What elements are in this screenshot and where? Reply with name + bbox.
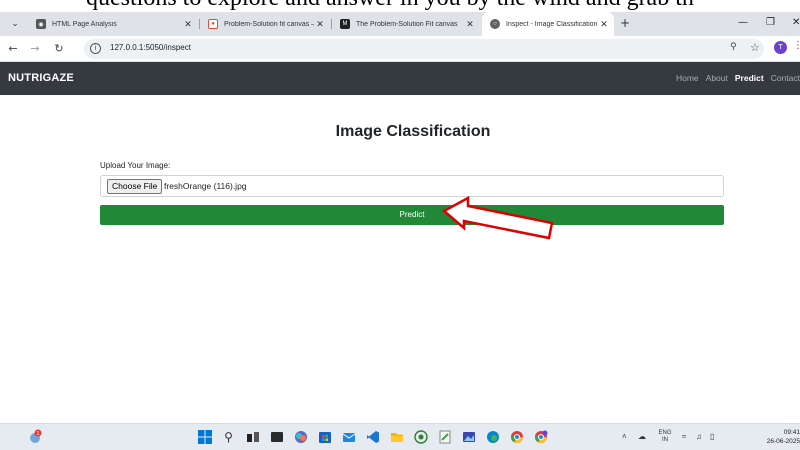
- tab-label: Inspect - Image Classification: [506, 20, 598, 28]
- photos-icon[interactable]: [461, 429, 476, 444]
- task-view-icon[interactable]: [245, 429, 260, 444]
- search-icon[interactable]: ⚲: [221, 429, 236, 444]
- tab-label: The Problem-Solution Fit canvas: [356, 20, 458, 28]
- weather-icon[interactable]: 1: [28, 429, 43, 444]
- close-icon[interactable]: ✕: [598, 19, 610, 30]
- copilot-icon[interactable]: [293, 429, 308, 444]
- omnibox[interactable]: i 127.0.0.1:5050/inspect ⚲ ☆: [84, 39, 764, 59]
- upload-label: Upload Your Image:: [100, 161, 171, 170]
- page-content: Image Classification Upload Your Image: …: [0, 95, 800, 400]
- clock[interactable]: 09:41 26-06-2025: [760, 428, 800, 446]
- terminal-icon[interactable]: [269, 429, 284, 444]
- globe-icon: ○: [490, 19, 500, 29]
- svg-text:1: 1: [36, 431, 39, 437]
- menu-kebab-icon[interactable]: ⋮: [793, 40, 800, 51]
- clock-time: 09:41: [783, 429, 800, 436]
- site-navbar: NUTRIGAZE Home About Predict Contact: [0, 62, 800, 95]
- tab-label: HTML Page Analysis: [52, 20, 117, 28]
- medium-icon: M: [340, 19, 350, 29]
- tab-problem-solution-fit[interactable]: ● Problem-Solution fit canvas — ✕: [200, 12, 330, 36]
- close-icon[interactable]: ✕: [314, 19, 326, 30]
- tab-problem-solution-canvas[interactable]: M The Problem-Solution Fit canvas ✕: [332, 12, 480, 36]
- language-code: ENG: [658, 430, 672, 436]
- mail-icon[interactable]: [341, 429, 356, 444]
- clock-date: 26-06-2025: [766, 438, 800, 445]
- predict-button[interactable]: Predict: [100, 205, 724, 225]
- address-bar-row: ← → ↻ i 127.0.0.1:5050/inspect ⚲ ☆ T ⋮: [0, 36, 800, 62]
- tab-label: Problem-Solution fit canvas —: [224, 20, 314, 28]
- file-explorer-icon[interactable]: [389, 429, 404, 444]
- reload-icon[interactable]: ↻: [52, 42, 66, 55]
- window-close-icon[interactable]: ✕: [792, 17, 800, 28]
- minimize-icon[interactable]: —: [738, 17, 748, 28]
- tab-search-chevron-icon[interactable]: ⌄: [8, 17, 22, 31]
- nav-links: Home About Predict Contact: [676, 73, 800, 83]
- new-tab-plus-icon[interactable]: +: [620, 16, 630, 30]
- language-indicator[interactable]: ENG IN: [656, 430, 674, 444]
- tab-inspect-image-classification[interactable]: ○ Inspect - Image Classification ✕: [482, 12, 614, 36]
- tab-strip: ⌄ ◉ HTML Page Analysis ✕ ● Problem-Solut…: [0, 12, 800, 36]
- restore-icon[interactable]: ❐: [766, 17, 775, 28]
- top-cropped-text: questions to explore and answer in you b…: [86, 0, 694, 12]
- vscode-icon[interactable]: [365, 429, 380, 444]
- profile-avatar[interactable]: T: [774, 41, 787, 54]
- close-icon[interactable]: ✕: [464, 19, 476, 30]
- nav-link-predict[interactable]: Predict: [735, 73, 764, 83]
- url-text[interactable]: 127.0.0.1:5050/inspect: [110, 43, 191, 52]
- chrome-profile-icon[interactable]: [533, 429, 548, 444]
- page-title: Image Classification: [335, 123, 491, 140]
- forward-arrow-icon[interactable]: →: [28, 42, 42, 55]
- notepad-icon[interactable]: [437, 429, 452, 444]
- zoom-icon[interactable]: ⚲: [730, 42, 737, 52]
- region-code: IN: [662, 437, 668, 443]
- file-input[interactable]: Choose File freshOrange (116).jpg: [100, 175, 724, 197]
- windows-start-icon[interactable]: [197, 429, 212, 444]
- store-icon[interactable]: [317, 429, 332, 444]
- choose-file-button[interactable]: Choose File: [107, 179, 163, 194]
- red-arrow-annotation: [441, 195, 554, 240]
- battery-icon[interactable]: ▯: [710, 432, 714, 441]
- brand-logo-text[interactable]: NUTRIGAZE: [8, 72, 74, 84]
- volume-icon[interactable]: ♫: [696, 432, 702, 441]
- bookmark-star-icon[interactable]: ☆: [750, 41, 760, 54]
- gmail-icon: ●: [208, 19, 218, 29]
- top-crop-text-area: questions to explore and answer in you b…: [0, 0, 800, 12]
- nav-link-contact[interactable]: Contact: [771, 73, 800, 83]
- whatsapp-icon[interactable]: [413, 429, 428, 444]
- nav-link-about[interactable]: About: [706, 73, 728, 83]
- edge-icon[interactable]: [485, 429, 500, 444]
- site-info-icon[interactable]: i: [90, 43, 101, 54]
- back-arrow-icon[interactable]: ←: [6, 42, 20, 55]
- tray-app-icon[interactable]: ☁: [638, 432, 646, 441]
- taskbar: 1 ⚲ ˄ ☁ ENG IN ≈ ♫ ▯ 09:41 26-06-2025: [0, 423, 800, 450]
- close-icon[interactable]: ✕: [182, 19, 194, 30]
- chrome-icon[interactable]: [509, 429, 524, 444]
- tab-html-page-analysis[interactable]: ◉ HTML Page Analysis ✕: [28, 12, 198, 36]
- wifi-icon[interactable]: ≈: [682, 432, 686, 441]
- page-icon: ◉: [36, 19, 46, 29]
- tray-chevron-icon[interactable]: ˄: [622, 432, 627, 441]
- nav-link-home[interactable]: Home: [676, 73, 699, 83]
- selected-file-name: freshOrange (116).jpg: [164, 181, 247, 191]
